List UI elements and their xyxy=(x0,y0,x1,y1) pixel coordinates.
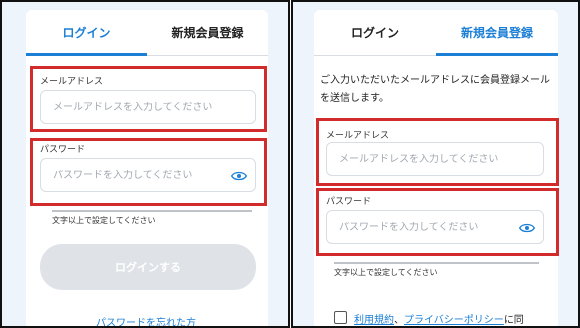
terms-of-use-link[interactable]: 利用規約 xyxy=(354,315,394,326)
privacy-policy-link[interactable]: プライバシーポリシー xyxy=(404,315,504,326)
password-field[interactable] xyxy=(40,158,256,192)
terms-suffix: に同 xyxy=(503,315,524,326)
register-screen: ログイン 新規会員登録 ご入力いただいたメールアドレスに会員登録メールを送信しま… xyxy=(291,0,580,328)
password-hint: 文字以上で設定してください xyxy=(52,216,156,225)
email-field[interactable] xyxy=(326,142,544,176)
password-label: パスワード xyxy=(40,145,86,155)
tab-login[interactable]: ログイン xyxy=(314,10,436,56)
tab-register[interactable]: 新規会員登録 xyxy=(436,10,558,56)
password-input[interactable] xyxy=(339,221,543,233)
password-input[interactable] xyxy=(53,169,255,181)
forgot-password-link[interactable]: パスワードを忘れた方 xyxy=(96,314,196,326)
show-password-icon[interactable] xyxy=(519,221,535,235)
email-input[interactable] xyxy=(339,153,543,165)
terms-text: 利用規約、プライバシーポリシーに同 xyxy=(354,311,524,326)
terms-separator: 、 xyxy=(394,315,404,326)
email-field[interactable] xyxy=(40,90,256,124)
password-hint: 文字以上で設定してください xyxy=(334,268,438,277)
tab-login[interactable]: ログイン xyxy=(26,10,147,56)
register-card: ログイン 新規会員登録 ご入力いただいたメールアドレスに会員登録メールを送信しま… xyxy=(314,10,558,326)
email-label: メールアドレス xyxy=(326,131,390,141)
tab-register[interactable]: 新規会員登録 xyxy=(147,10,268,56)
show-password-icon[interactable] xyxy=(231,169,247,183)
auth-tabs: ログイン 新規会員登録 xyxy=(314,10,558,56)
hint-clipped-line xyxy=(52,210,252,212)
password-field[interactable] xyxy=(326,210,544,244)
password-label: パスワード xyxy=(326,197,372,207)
login-card: ログイン 新規会員登録 メールアドレス パスワード 文字以上で設定してください … xyxy=(26,10,268,326)
hint-clipped-line xyxy=(334,262,539,264)
login-button[interactable]: ログインする xyxy=(40,244,256,290)
register-description: ご入力いただいたメールアドレスに会員登録メールを送信します。 xyxy=(320,75,550,104)
email-label: メールアドレス xyxy=(40,77,104,87)
email-input[interactable] xyxy=(53,101,255,113)
login-screen: ログイン 新規会員登録 メールアドレス パスワード 文字以上で設定してください … xyxy=(0,0,290,328)
terms-checkbox[interactable] xyxy=(334,311,347,324)
auth-tabs: ログイン 新規会員登録 xyxy=(26,10,268,56)
